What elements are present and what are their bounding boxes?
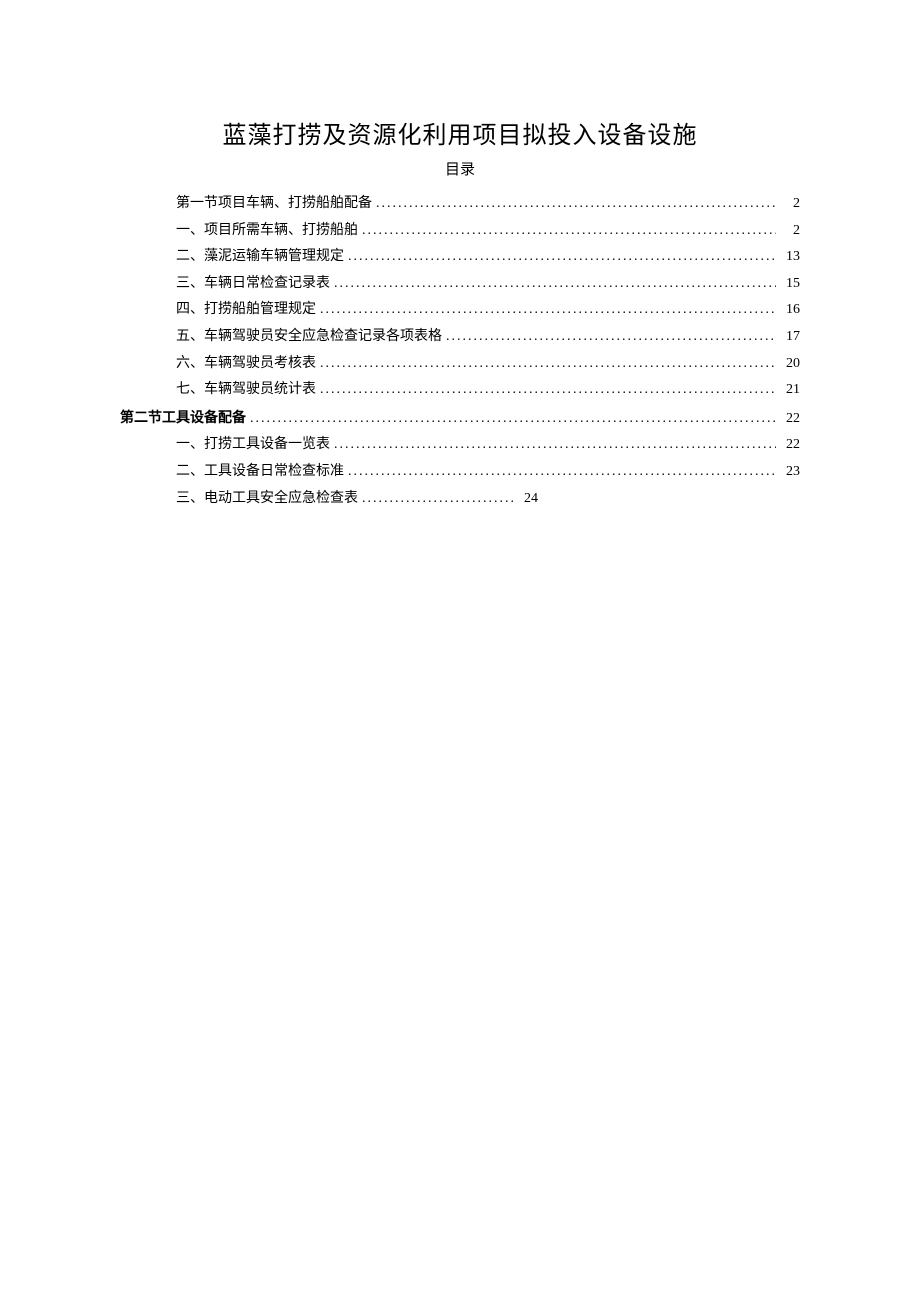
toc-item-label: 第一节项目车辆、打捞船舶配备 <box>176 191 372 218</box>
toc-item: 三、电动工具安全应急检查表 24 <box>120 486 800 513</box>
toc-item-page: 21 <box>780 377 800 404</box>
toc-item-page: 20 <box>780 351 800 378</box>
toc-item: 二、工具设备日常检查标准 23 <box>120 459 800 486</box>
toc-item-label: 五、车辆驾驶员安全应急检查记录各项表格 <box>176 324 442 351</box>
toc-item-label: 一、打捞工具设备一览表 <box>176 432 330 459</box>
toc-leader-dots <box>344 244 780 271</box>
toc-item-label: 二、工具设备日常检查标准 <box>176 459 344 486</box>
toc-item: 三、车辆日常检查记录表 15 <box>120 271 800 298</box>
toc-item-label: 二、藻泥运输车辆管理规定 <box>176 244 344 271</box>
toc-item: 第二节工具设备配备 22 <box>120 404 800 433</box>
toc-heading: 目录 <box>120 158 800 179</box>
toc-item: 四、打捞船舶管理规定 16 <box>120 297 800 324</box>
toc-item-page: 2 <box>780 191 800 218</box>
toc-leader-dots <box>316 297 780 324</box>
toc-item-page: 2 <box>780 218 800 245</box>
toc-leader-dots <box>316 351 780 378</box>
toc-item-page: 16 <box>780 297 800 324</box>
toc-item: 一、打捞工具设备一览表 22 <box>120 432 800 459</box>
toc-leader-dots <box>330 432 780 459</box>
toc-item: 第一节项目车辆、打捞船舶配备 2 <box>120 191 800 218</box>
toc-item-page: 23 <box>780 459 800 486</box>
toc-item-page: 17 <box>780 324 800 351</box>
toc-item-page: 24 <box>518 486 538 513</box>
toc-item: 一、项目所需车辆、打捞船舶 2 <box>120 218 800 245</box>
toc-leader-dots <box>316 377 780 404</box>
document-page: 蓝藻打捞及资源化利用项目拟投入设备设施 目录 第一节项目车辆、打捞船舶配备2一、… <box>0 0 920 512</box>
toc-item-page: 22 <box>780 406 800 433</box>
toc-item: 七、车辆驾驶员统计表 21 <box>120 377 800 404</box>
toc-leader-dots <box>358 218 780 245</box>
document-title: 蓝藻打捞及资源化利用项目拟投入设备设施 <box>120 115 800 150</box>
toc-item-page: 13 <box>780 244 800 271</box>
toc-leader-dots <box>344 459 780 486</box>
toc-item: 二、藻泥运输车辆管理规定 13 <box>120 244 800 271</box>
toc-item-label: 三、电动工具安全应急检查表 <box>176 486 358 513</box>
toc-item: 五、车辆驾驶员安全应急检查记录各项表格 17 <box>120 324 800 351</box>
toc-item-label: 第二节工具设备配备 <box>120 404 246 431</box>
toc-leader-dots <box>330 271 780 298</box>
toc-item-label: 六、车辆驾驶员考核表 <box>176 351 316 378</box>
toc-item-label: 一、项目所需车辆、打捞船舶 <box>176 218 358 245</box>
toc-leader-dots <box>372 191 780 218</box>
toc-item-label: 七、车辆驾驶员统计表 <box>176 377 316 404</box>
toc-leader-dots <box>358 486 518 513</box>
toc-item-page: 15 <box>780 271 800 298</box>
toc-leader-dots <box>246 406 780 433</box>
toc-item-label: 四、打捞船舶管理规定 <box>176 297 316 324</box>
toc-leader-dots <box>442 324 780 351</box>
toc-list: 第一节项目车辆、打捞船舶配备2一、项目所需车辆、打捞船舶2二、藻泥运输车辆管理规… <box>120 191 800 512</box>
toc-item-page: 22 <box>780 432 800 459</box>
toc-item: 六、车辆驾驶员考核表 20 <box>120 351 800 378</box>
toc-item-label: 三、车辆日常检查记录表 <box>176 271 330 298</box>
